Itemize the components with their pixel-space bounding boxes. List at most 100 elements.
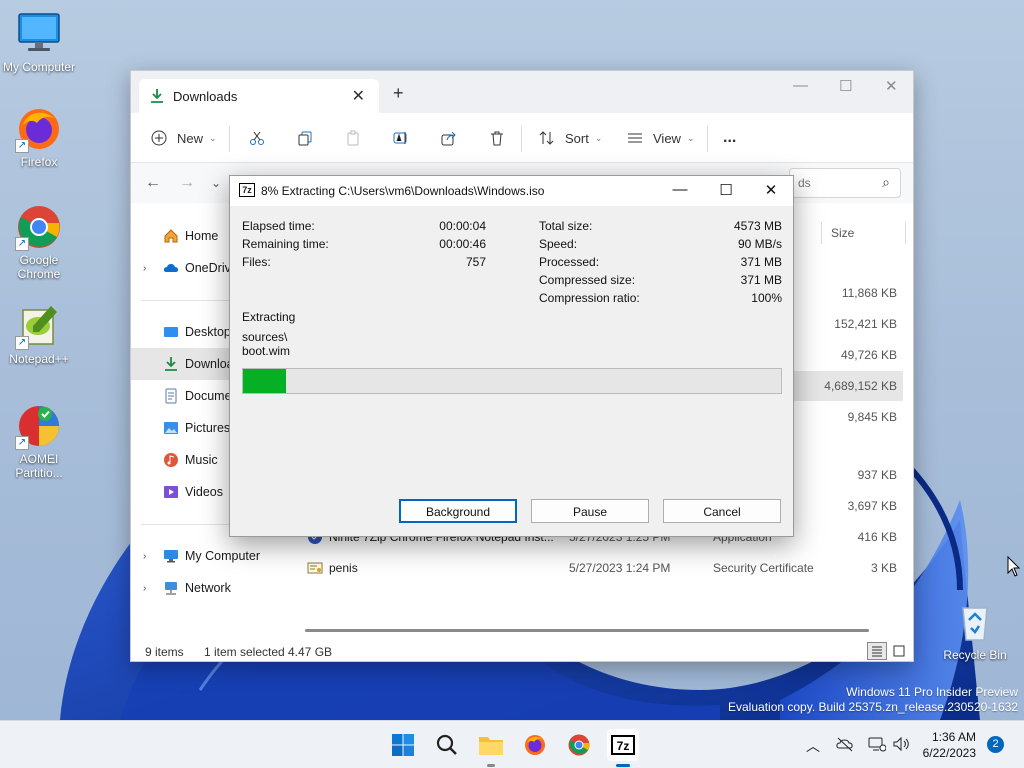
chevron-down-icon: ⌄ xyxy=(209,132,217,143)
sidebar-item-label: Music xyxy=(185,453,218,467)
sidebar-item-label: Desktop xyxy=(185,325,231,339)
maximize-button[interactable]: ☐ xyxy=(839,77,852,95)
svg-text:7z: 7z xyxy=(617,739,630,753)
start-button[interactable] xyxy=(387,729,419,761)
rename-button[interactable] xyxy=(393,126,409,150)
seven-zip-logo-icon: 7z xyxy=(239,183,255,197)
file-type: Security Certificate xyxy=(713,561,814,575)
extraction-progress-dialog: 7z 8% Extracting C:\Users\vm6\Downloads\… xyxy=(229,175,794,537)
more-label: ... xyxy=(723,129,737,146)
minimize-button[interactable]: — xyxy=(670,181,690,198)
desktop-icon-recycle-bin[interactable]: Recycle Bin xyxy=(936,598,1014,662)
search-input[interactable]: ds ⌕ xyxy=(789,168,901,198)
cut-button[interactable] xyxy=(249,126,265,150)
minimize-button[interactable]: — xyxy=(793,77,808,94)
speed-value: 90 MB/s xyxy=(737,237,782,251)
shortcut-arrow-icon: ↗ xyxy=(15,237,29,251)
music-icon xyxy=(163,452,179,468)
scissors-icon xyxy=(250,131,264,145)
forward-arrow-icon[interactable]: → xyxy=(179,174,195,192)
dialog-title: 8% Extracting C:\Users\vm6\Downloads\Win… xyxy=(261,184,545,198)
sidebar-item-my-computer[interactable]: My Computer xyxy=(131,540,291,572)
recycle-bin-icon xyxy=(951,598,999,646)
share-button[interactable] xyxy=(441,126,457,150)
desktop-icon-my-computer[interactable]: My Computer xyxy=(0,10,78,74)
taskbar-firefox[interactable] xyxy=(519,729,551,761)
horizontal-scrollbar[interactable] xyxy=(305,629,869,632)
back-arrow-icon[interactable]: ← xyxy=(145,174,161,192)
compressed-size-label: Compressed size: xyxy=(539,273,636,287)
shortcut-arrow-icon: ↗ xyxy=(15,139,29,153)
compressed-size-value: 371 MB xyxy=(740,273,782,287)
file-size: 3 KB xyxy=(870,561,897,575)
download-icon xyxy=(163,356,179,372)
processed-label: Processed: xyxy=(539,255,600,269)
tiles-view-button[interactable] xyxy=(889,642,909,660)
desktop-icon-aomei-partition[interactable]: ↗ AOMEI Partitio... xyxy=(0,402,78,480)
windows-logo-icon xyxy=(392,734,414,756)
desktop-icon-firefox[interactable]: ↗ Firefox xyxy=(0,105,78,169)
file-size: 9,845 KB xyxy=(847,410,897,424)
view-button[interactable]: View ⌄ xyxy=(627,126,695,150)
sort-button[interactable]: Sort ⌄ xyxy=(539,126,602,150)
volume-icon[interactable] xyxy=(892,736,910,755)
cancel-button[interactable]: Cancel xyxy=(663,499,781,523)
recent-locations-chevron-icon[interactable]: ⌄ xyxy=(211,176,221,190)
more-options-button[interactable]: ... xyxy=(723,126,736,150)
background-button[interactable]: Background xyxy=(399,499,517,523)
chevron-down-icon: ⌄ xyxy=(594,132,603,143)
file-size: 4,689,152 KB xyxy=(824,379,897,393)
taskbar-file-explorer[interactable] xyxy=(475,729,507,761)
desktop-icon-google-chrome[interactable]: ↗ Google Chrome xyxy=(0,203,78,281)
firefox-icon: ↗ xyxy=(15,105,63,153)
sort-icon xyxy=(539,131,554,145)
new-label: New xyxy=(177,130,204,146)
table-row[interactable]: penis 5/27/2023 1:24 PM Security Certifi… xyxy=(291,553,903,583)
desktop-icon-notepad-plus-plus[interactable]: ↗ Notepad++ xyxy=(0,302,78,366)
processed-value: 371 MB xyxy=(740,255,782,269)
trash-icon xyxy=(491,131,503,146)
new-tab-button[interactable]: + xyxy=(393,83,404,104)
toolbar-divider xyxy=(707,126,708,152)
extraction-progress-bar xyxy=(242,368,782,394)
chevron-down-icon: ⌄ xyxy=(686,132,695,143)
details-view-button[interactable] xyxy=(867,642,887,660)
close-tab-icon[interactable]: ✕ xyxy=(352,86,365,106)
watermark-edition: Windows 11 Pro Insider Preview xyxy=(846,685,1018,699)
column-divider[interactable] xyxy=(821,222,822,244)
taskbar-chrome[interactable] xyxy=(563,729,595,761)
show-hidden-icons-chevron-icon[interactable]: ︿ xyxy=(806,736,820,756)
network-status-icon[interactable] xyxy=(868,736,887,755)
tab-downloads[interactable]: Downloads ✕ xyxy=(139,79,379,113)
view-label: View xyxy=(653,130,681,146)
column-divider[interactable] xyxy=(905,222,906,244)
clock-time: 1:36 AM xyxy=(931,730,976,744)
delete-button[interactable] xyxy=(489,126,505,150)
clock-date: 6/22/2023 xyxy=(922,746,976,760)
shortcut-arrow-icon: ↗ xyxy=(15,336,29,350)
desktop-icon-label: Recycle Bin xyxy=(943,648,1007,662)
file-size: 152,421 KB xyxy=(834,317,897,331)
copy-button[interactable] xyxy=(297,126,313,150)
notification-badge[interactable]: 2 xyxy=(987,736,1004,753)
file-date: 5/27/2023 1:24 PM xyxy=(569,561,671,575)
system-clock[interactable]: 1:36 AM 6/22/2023 xyxy=(923,729,976,761)
pause-button[interactable]: Pause xyxy=(531,499,649,523)
onedrive-offline-icon[interactable] xyxy=(836,736,854,755)
taskbar-seven-zip[interactable]: 7z xyxy=(607,729,639,761)
desktop-icon-label: AOMEI Partitio... xyxy=(15,452,63,480)
sidebar-item-label: Videos xyxy=(185,485,223,499)
close-window-button[interactable]: ✕ xyxy=(885,77,898,95)
maximize-button[interactable]: ☐ xyxy=(716,181,736,199)
status-selection: 1 item selected xyxy=(204,645,285,659)
new-button[interactable]: New ⌄ xyxy=(151,126,217,150)
column-header-size[interactable]: Size xyxy=(831,226,854,240)
remaining-time-label: Remaining time: xyxy=(242,237,329,251)
close-dialog-button[interactable]: ✕ xyxy=(761,181,781,199)
watermark-build: Evaluation copy. Build 25375.zn_release.… xyxy=(728,700,1018,714)
sidebar-item-network[interactable]: Network xyxy=(131,572,291,604)
view-list-icon xyxy=(628,133,642,143)
search-button[interactable] xyxy=(431,729,463,761)
paste-button[interactable] xyxy=(345,126,361,150)
seven-zip-logo-icon: 7z xyxy=(611,735,635,755)
